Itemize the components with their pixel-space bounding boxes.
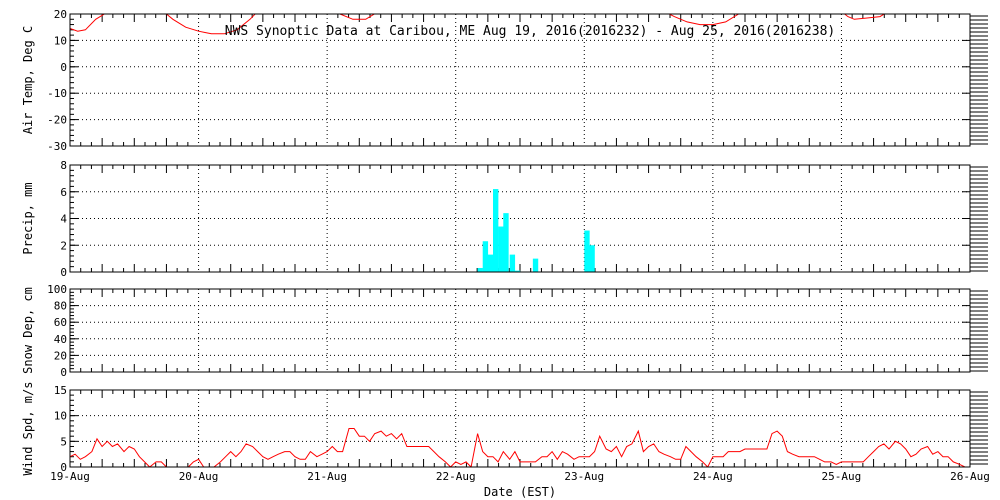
wind-speed-ytick-label: 5 [60,435,67,448]
wind-speed-ylabel: Wind Spd, m/s [21,382,35,476]
air-temp-ytick-label: 0 [60,61,67,74]
x-tick-label: 20-Aug [179,470,219,483]
air-temp-ytick-label: -10 [47,87,67,100]
x-tick-label: 22-Aug [436,470,476,483]
precip-ytick-label: 6 [60,186,67,199]
precip-bar [493,189,499,272]
precip-bar [477,267,483,272]
snow-depth-ytick-label: 40 [54,333,67,346]
x-tick-label: 25-Aug [822,470,862,483]
x-tick-label: 23-Aug [564,470,604,483]
snow-depth-ytick-label: 80 [54,300,67,313]
x-tick-label: 19-Aug [50,470,90,483]
air-temp-ytick-label: -30 [47,140,67,153]
wind-speed-ytick-label: 10 [54,410,67,423]
precip-bar [584,230,590,272]
air-temp-ytick-label: -20 [47,114,67,127]
air-temp-ytick-label: 10 [54,34,67,47]
air-temp-ytick-label: 20 [54,8,67,21]
precip-ytick-label: 0 [60,266,67,279]
precip-bar [589,245,595,272]
air-temp-ylabel: Air Temp, Deg C [21,26,35,134]
x-tick-label: 24-Aug [693,470,733,483]
precip-bar [498,226,504,272]
synoptic-chart: -30 -20 -10 0 10 20 Air Temp, Deg C 0 2 4 6 8 Precip… [0,0,1000,500]
x-tick-label: 21-Aug [307,470,347,483]
snow-depth-ytick-label: 0 [60,366,67,379]
x-axis-label: Date (EST) [484,485,556,499]
precip-ylabel: Precip, mm [21,182,35,254]
precip-ytick-label: 4 [60,213,67,226]
precip-ytick-label: 8 [60,159,67,172]
x-tick-label: 26-Aug [950,470,990,483]
precip-bar [503,213,509,272]
snow-depth-ytick-label: 20 [54,349,67,362]
precip-bar [487,254,494,272]
snow-depth-ylabel: Snow Dep, cm [21,287,35,374]
snow-depth-ytick-label: 100 [47,283,67,296]
snow-depth-ytick-label: 60 [54,316,67,329]
precip-bar [532,258,539,272]
precip-bar [482,241,489,272]
wind-speed-ytick-label: 15 [54,384,67,397]
precip-bar [509,254,516,272]
precip-ytick-label: 2 [60,239,67,252]
chart-title: NWS Synoptic Data at Caribou, ME Aug 19,… [225,24,835,39]
